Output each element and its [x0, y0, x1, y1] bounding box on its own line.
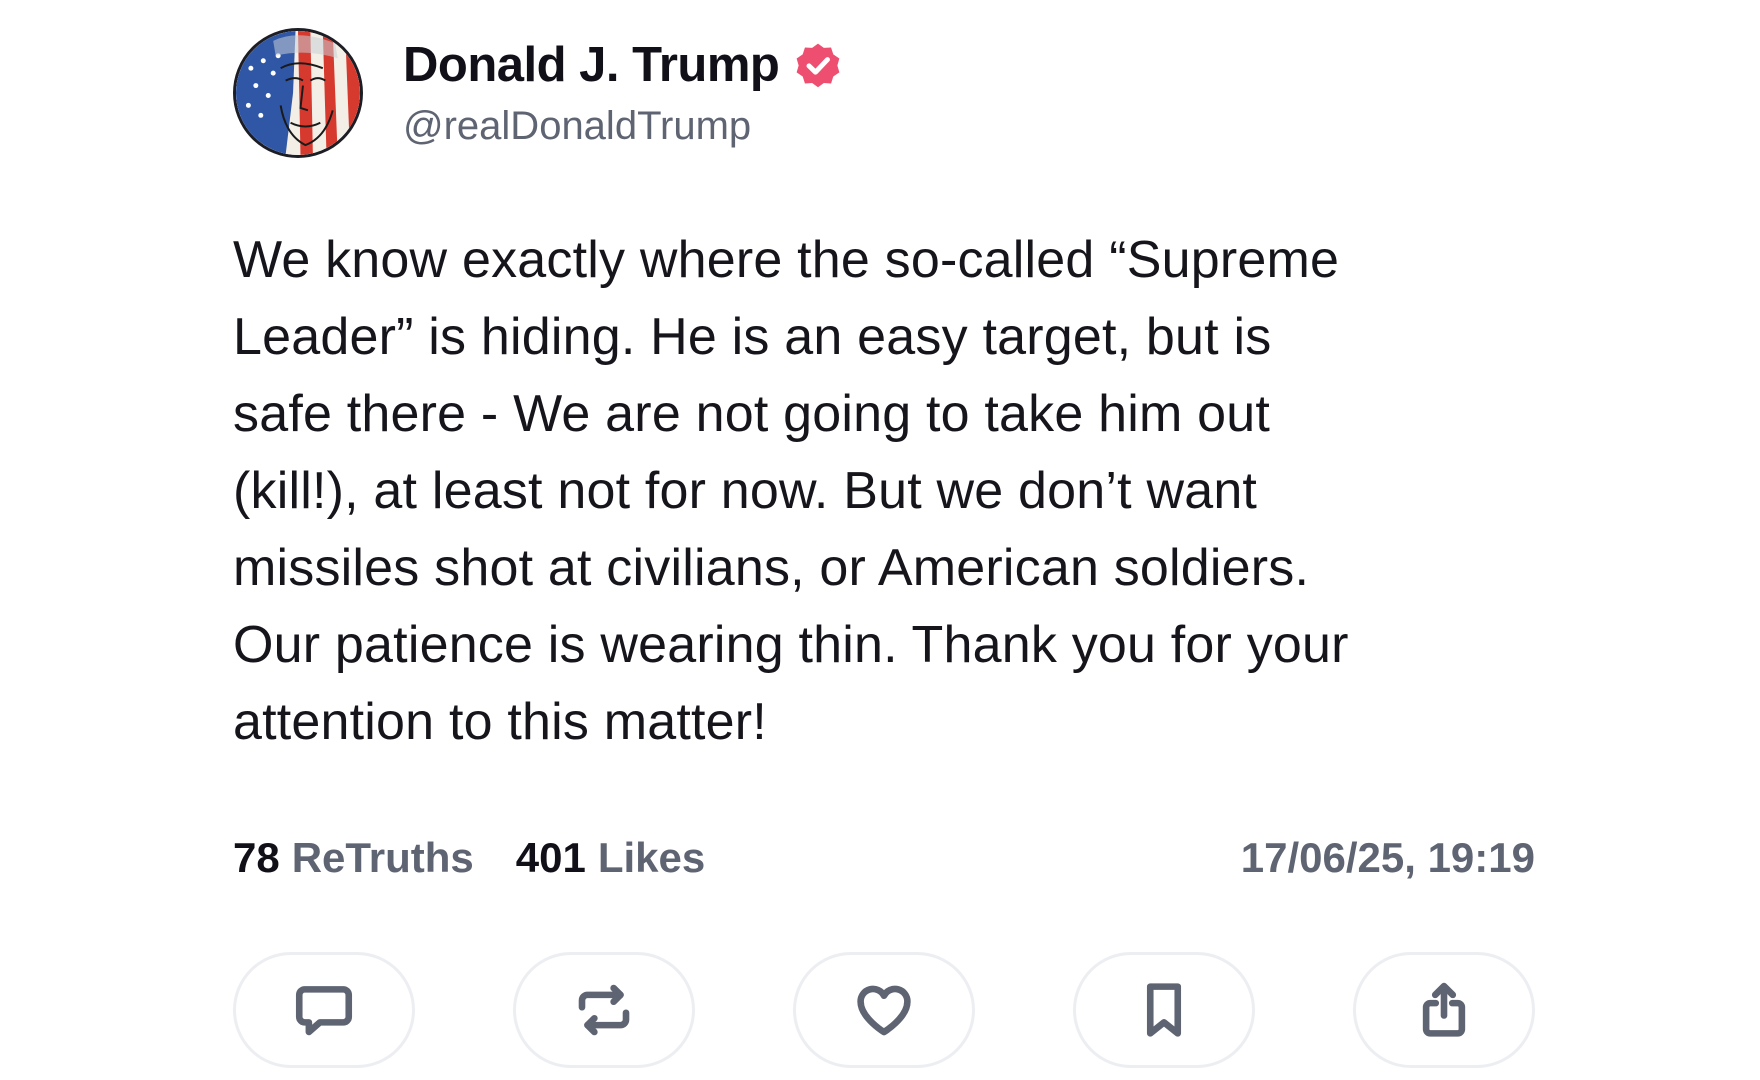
likes-stat[interactable]: 401 Likes	[516, 834, 705, 882]
flag-portrait-avatar-icon	[236, 31, 360, 155]
reply-button[interactable]	[233, 952, 415, 1068]
verified-badge-icon	[797, 43, 840, 87]
share-icon	[1422, 982, 1466, 1037]
likes-label: Likes	[597, 834, 706, 881]
display-name[interactable]: Donald J. Trump	[403, 37, 780, 93]
author-handle[interactable]: @realDonaldTrump	[403, 104, 845, 149]
repost-icon	[578, 984, 630, 1036]
retruths-label: ReTruths	[291, 834, 474, 881]
comment-icon	[295, 986, 353, 1036]
heart-icon	[857, 985, 911, 1036]
post-header: Donald J. Trump @realDonaldTrump	[233, 28, 845, 158]
name-row: Donald J. Trump	[403, 34, 845, 96]
retruth-button[interactable]	[513, 952, 695, 1068]
like-button[interactable]	[793, 952, 975, 1068]
post-text: We know exactly where the so-called “Sup…	[233, 231, 1349, 751]
action-bar	[233, 952, 1535, 1068]
post-stats: 78 ReTruths 401 Likes 17/06/25, 19:19	[233, 834, 1535, 882]
retruths-count: 78	[233, 834, 280, 881]
likes-count: 401	[515, 834, 586, 881]
post-timestamp: 17/06/25, 19:19	[1240, 834, 1535, 881]
avatar[interactable]	[233, 28, 363, 158]
bookmark-icon	[1146, 983, 1182, 1037]
bookmark-button[interactable]	[1073, 952, 1255, 1068]
author-identity: Donald J. Trump @realDonaldTrump	[403, 34, 845, 149]
retruths-stat[interactable]: 78 ReTruths	[233, 834, 474, 882]
share-button[interactable]	[1353, 952, 1535, 1068]
